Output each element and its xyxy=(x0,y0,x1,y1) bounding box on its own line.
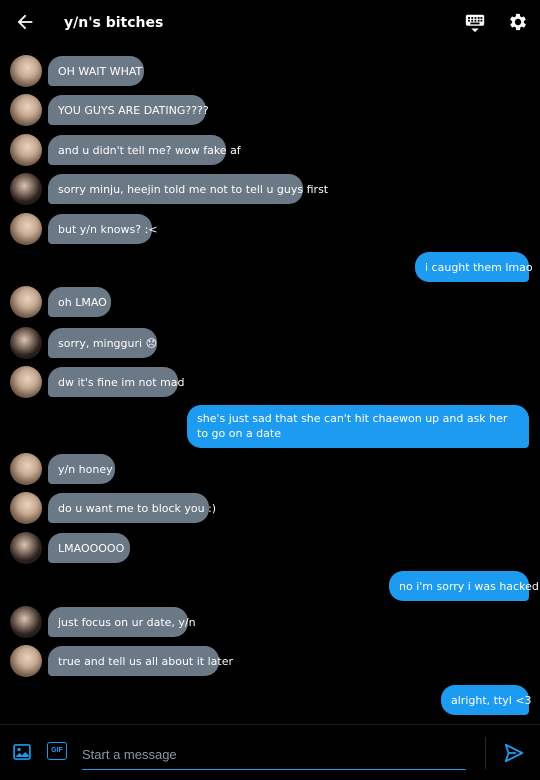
incoming-message[interactable]: y/n honey xyxy=(48,454,115,484)
message-composer: GIF xyxy=(0,724,540,780)
incoming-message[interactable]: just focus on ur date, y/n xyxy=(48,607,196,637)
incoming-message[interactable]: sorry, mingguri 😞 xyxy=(48,328,157,358)
incoming-message[interactable]: OH WAIT WHAT xyxy=(48,56,144,86)
incoming-message[interactable]: true and tell us all about it later xyxy=(48,646,233,676)
incoming-message[interactable]: but y/n knows? :< xyxy=(48,214,158,244)
back-arrow-icon[interactable] xyxy=(14,11,36,33)
avatar[interactable] xyxy=(10,134,42,166)
avatar[interactable] xyxy=(10,645,42,677)
gif-button[interactable]: GIF xyxy=(47,742,67,760)
outgoing-message[interactable]: she's just sad that she can't hit chaewo… xyxy=(187,404,529,448)
incoming-message[interactable]: sorry minju, heejin told me not to tell … xyxy=(48,174,328,204)
incoming-message[interactable]: do u want me to block you :) xyxy=(48,493,216,523)
avatar[interactable] xyxy=(10,532,42,564)
avatar[interactable] xyxy=(10,213,42,245)
incoming-message[interactable]: and u didn't tell me? wow fake af xyxy=(48,135,241,165)
outgoing-message[interactable]: i caught them lmao xyxy=(415,252,533,282)
keyboard-icon[interactable] xyxy=(464,12,486,34)
avatar[interactable] xyxy=(10,173,42,205)
avatar[interactable] xyxy=(10,327,42,359)
outgoing-message[interactable]: no i'm sorry i was hacked xyxy=(389,571,539,601)
avatar[interactable] xyxy=(10,492,42,524)
incoming-message[interactable]: LMAOOOOO xyxy=(48,533,130,563)
incoming-message[interactable]: YOU GUYS ARE DATING???? xyxy=(48,95,209,125)
avatar[interactable] xyxy=(10,453,42,485)
avatar[interactable] xyxy=(10,606,42,638)
incoming-message[interactable]: dw it's fine im not mad xyxy=(48,367,184,397)
send-icon[interactable] xyxy=(503,742,525,764)
composer-divider xyxy=(485,737,486,769)
image-upload-icon[interactable] xyxy=(12,742,32,762)
incoming-message[interactable]: oh LMAO xyxy=(48,287,111,317)
avatar[interactable] xyxy=(10,94,42,126)
outgoing-message[interactable]: alright, ttyl <3 xyxy=(441,685,532,715)
avatar[interactable] xyxy=(10,366,42,398)
conversation-title: y/n's bitches xyxy=(64,15,164,31)
settings-gear-icon[interactable] xyxy=(507,11,529,33)
avatar[interactable] xyxy=(10,286,42,318)
avatar[interactable] xyxy=(10,55,42,87)
conversation-header: y/n's bitches xyxy=(0,0,540,46)
message-input[interactable] xyxy=(82,739,466,770)
